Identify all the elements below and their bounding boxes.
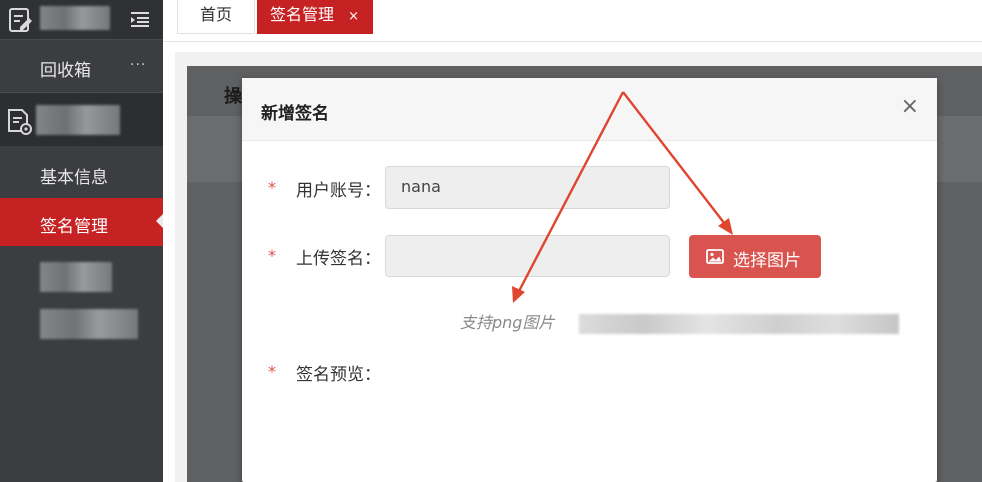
upload-hint: 支持png图片 (460, 313, 555, 332)
dialog-title: 新增签名 (261, 104, 329, 124)
preview-label: 签名预览： (296, 365, 381, 385)
required-mark: * (268, 178, 276, 197)
account-field[interactable]: nana (385, 166, 670, 209)
sidebar-item-recycle-bin[interactable]: 回收箱 ... (0, 44, 163, 90)
tab-signature-management[interactable]: 签名管理 × (257, 0, 373, 34)
sidebar-group-header[interactable] (0, 92, 163, 146)
required-mark: * (268, 362, 276, 381)
signature-document-icon (8, 109, 32, 135)
choose-image-button[interactable]: 选择图片 (689, 235, 821, 278)
sidebar-item-label: 签名管理 (40, 217, 108, 237)
sidebar-header (0, 0, 163, 40)
sidebar-item-label: 基本信息 (40, 168, 108, 188)
signature-preview-area (385, 358, 885, 468)
upload-field[interactable] (385, 235, 670, 277)
upload-label: 上传签名： (296, 249, 381, 269)
sidebar-header-blurred-text (40, 6, 110, 30)
sidebar-group-blurred-text (36, 105, 120, 135)
active-pointer-icon (156, 214, 163, 228)
tab-bar: 首页 签名管理 × (163, 0, 982, 42)
close-icon[interactable]: × (901, 94, 919, 119)
sidebar: 回收箱 ... 基本信息 签名管理 (0, 0, 163, 482)
add-signature-dialog: 新增签名 × * 用户账号： nana * 上传签名： 选择图片 支持png图片… (242, 78, 937, 482)
dialog-header: 新增签名 × (242, 78, 937, 141)
background-peek-text: 操 (224, 86, 242, 107)
sidebar-item-label: 回收箱 (40, 61, 91, 81)
tab-home[interactable]: 首页 (177, 0, 255, 34)
tab-label: 签名管理 (270, 5, 335, 24)
account-label: 用户账号： (296, 181, 381, 201)
image-icon (706, 249, 724, 264)
tab-close-icon[interactable]: × (348, 2, 359, 32)
more-options[interactable]: ... (130, 53, 146, 69)
upload-hint-blurred-text (579, 314, 899, 334)
edit-document-icon (9, 8, 32, 32)
sidebar-item-blurred[interactable] (40, 262, 112, 292)
required-mark: * (268, 246, 276, 265)
choose-image-label: 选择图片 (733, 251, 801, 271)
sidebar-item-basic-info[interactable]: 基本信息 (0, 150, 163, 196)
sidebar-item-blurred[interactable] (40, 309, 138, 339)
sidebar-item-signature-management[interactable]: 签名管理 (0, 198, 163, 246)
collapse-menu-icon[interactable] (130, 9, 150, 29)
